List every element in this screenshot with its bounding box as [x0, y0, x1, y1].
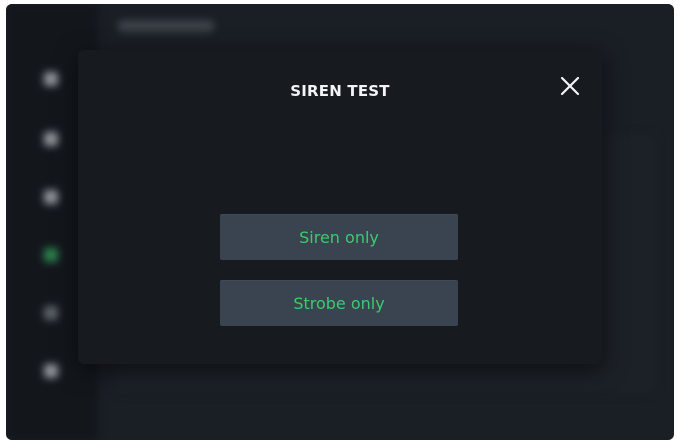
close-icon — [560, 76, 580, 96]
app-screen: SIREN TEST Siren only Strobe only — [6, 4, 674, 440]
siren-test-dialog: SIREN TEST Siren only Strobe only — [78, 50, 602, 364]
siren-only-label: Siren only — [299, 227, 379, 247]
dialog-title: SIREN TEST — [290, 82, 390, 100]
close-button[interactable] — [558, 74, 582, 98]
strobe-only-label: Strobe only — [293, 293, 385, 313]
strobe-only-button[interactable]: Strobe only — [220, 280, 458, 326]
siren-only-button[interactable]: Siren only — [220, 214, 458, 260]
